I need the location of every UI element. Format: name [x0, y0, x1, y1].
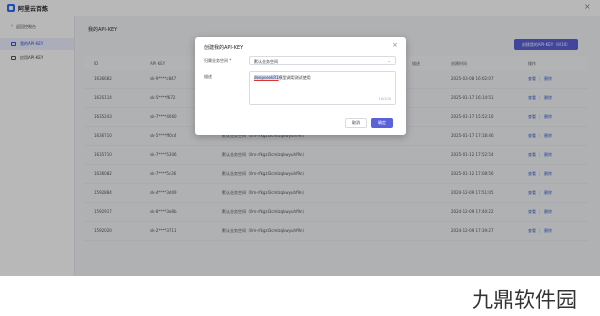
chevron-down-icon: ⌄: [387, 58, 391, 63]
char-counter: 16/100: [378, 97, 391, 101]
description-rest: 模型调用测试使用: [278, 75, 311, 80]
description-field-label: 描述: [204, 74, 212, 79]
space-field-label: 归属业务空间 *: [204, 58, 232, 63]
description-textarea[interactable]: deepseekR1模型调用测试使用 16/100: [249, 71, 396, 105]
dialog-title: 创建我的API-KEY: [204, 45, 244, 51]
confirm-button[interactable]: 确定: [371, 118, 393, 128]
create-api-key-dialog: 创建我的API-KEY × 归属业务空间 * 默认业务空间 ⌄ 描述 deeps…: [195, 37, 406, 135]
cancel-button[interactable]: 取消: [345, 118, 367, 128]
space-select[interactable]: 默认业务空间 ⌄: [249, 56, 396, 65]
watermark-text: 九鼎软件园: [472, 288, 577, 312]
space-select-value: 默认业务空间: [254, 59, 278, 64]
description-text: deepseekR1模型调用测试使用: [254, 75, 311, 81]
close-icon[interactable]: ×: [392, 41, 398, 49]
description-highlight: deepseekR1: [254, 75, 279, 80]
